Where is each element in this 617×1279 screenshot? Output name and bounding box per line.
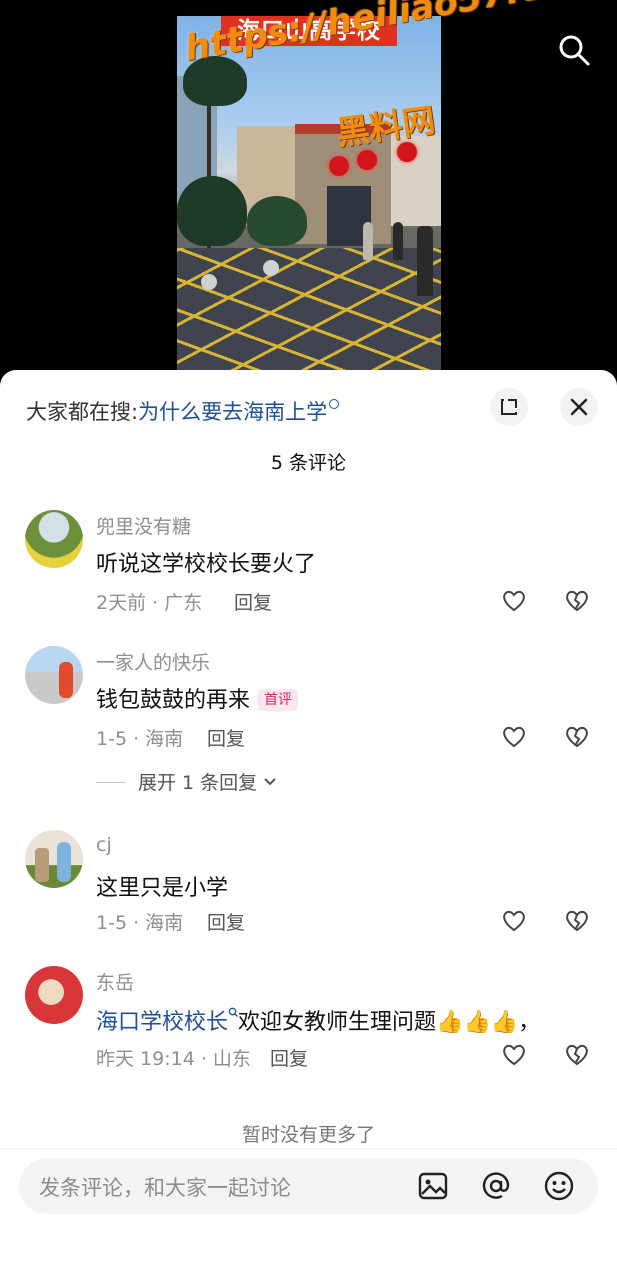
close-icon: [570, 398, 588, 416]
reply-button[interactable]: 回复: [207, 908, 245, 935]
heart-icon[interactable]: [500, 586, 528, 614]
comment-count: 5 条评论: [270, 452, 347, 474]
video-frame[interactable]: 海口山高学校: [177, 16, 441, 370]
comment-meta: 昨天 19:14 · 山东: [96, 1048, 251, 1070]
avatar[interactable]: [25, 830, 83, 888]
comment-mention-link[interactable]: 海口学校校长: [96, 1010, 228, 1035]
comment-meta: 1-5 · 海南: [96, 728, 184, 750]
tree: [247, 196, 307, 246]
heart-icon[interactable]: [500, 1040, 528, 1068]
search-icon[interactable]: [556, 32, 592, 68]
broken-heart-icon[interactable]: [563, 722, 591, 750]
comment-username[interactable]: 兜里没有糖: [96, 512, 191, 539]
lantern: [357, 150, 377, 170]
emoji-icon[interactable]: [543, 1170, 575, 1202]
hot-search[interactable]: 大家都在搜:为什么要去海南上学: [26, 396, 340, 426]
at-icon[interactable]: [480, 1170, 512, 1202]
comment-text: 钱包鼓鼓的再来: [96, 688, 251, 713]
hot-search-query[interactable]: 为什么要去海南上学: [138, 400, 327, 424]
heart-icon[interactable]: [500, 906, 528, 934]
comment-username[interactable]: cj: [96, 834, 112, 856]
comment-username[interactable]: 一家人的快乐: [96, 648, 210, 675]
expand-icon: [501, 399, 517, 415]
avatar[interactable]: [25, 646, 83, 704]
broken-heart-icon[interactable]: [563, 1040, 591, 1068]
avatar[interactable]: [25, 510, 83, 568]
comment-sheet: 大家都在搜:为什么要去海南上学 5 条评论 兜里没有糖 听说这学校校长要火了 2…: [0, 370, 617, 1279]
no-more-label: 暂时没有更多了: [241, 1124, 375, 1146]
comment-input[interactable]: 发条评论，和大家一起讨论: [19, 1158, 598, 1214]
divider-line: [96, 782, 126, 783]
search-icon: [228, 1007, 238, 1017]
tree: [177, 176, 247, 246]
heart-icon[interactable]: [500, 722, 528, 750]
divider: [0, 1148, 617, 1149]
expand-button[interactable]: [490, 388, 528, 426]
schoolyard-ground: [177, 248, 441, 370]
comment-text: 这里只是小学: [96, 876, 229, 901]
broken-heart-icon[interactable]: [563, 906, 591, 934]
comment-text-tail: ，: [518, 1010, 541, 1035]
reply-button[interactable]: 回复: [270, 1044, 308, 1071]
comment-text-line: 钱包鼓鼓的再来 首评: [96, 682, 299, 714]
bollard: [263, 260, 279, 276]
broken-heart-icon[interactable]: [563, 586, 591, 614]
search-icon: [329, 399, 340, 409]
person: [363, 222, 373, 260]
reply-button[interactable]: 回复: [207, 724, 245, 751]
bollard: [201, 274, 217, 290]
person: [393, 222, 403, 260]
comment-text: 欢迎女教师生理问题: [238, 1010, 437, 1035]
comment-text-line: 海口学校校长 欢迎女教师生理问题👍👍👍，: [96, 1004, 540, 1036]
lantern: [329, 156, 349, 176]
comment-meta: 2天前 · 广东: [96, 592, 203, 614]
comment-input-placeholder: 发条评论，和大家一起讨论: [39, 1176, 291, 1200]
expand-replies-label: 展开 1 条回复: [138, 772, 258, 794]
thumbs-up-icon: 👍: [436, 1010, 464, 1035]
video-area[interactable]: 海口山高学校 https://heiliao57.com 黑料网: [0, 0, 617, 380]
thumbs-up-icon: 👍: [490, 1010, 519, 1035]
avatar[interactable]: [25, 966, 83, 1024]
person: [417, 226, 433, 296]
first-comment-badge: 首评: [258, 689, 299, 711]
thumbs-up-icon: 👍: [463, 1010, 491, 1035]
reply-button[interactable]: 回复: [234, 588, 272, 615]
comment-username[interactable]: 东岳: [96, 968, 134, 995]
image-icon[interactable]: [417, 1170, 449, 1202]
comment-meta: 1-5 · 海南: [96, 912, 184, 934]
hot-search-prefix: 大家都在搜:: [26, 400, 139, 424]
close-button[interactable]: [560, 388, 598, 426]
expand-replies-button[interactable]: 展开 1 条回复: [96, 768, 277, 795]
comment-text: 听说这学校校长要火了: [96, 552, 317, 577]
chevron-down-icon: [264, 778, 276, 786]
